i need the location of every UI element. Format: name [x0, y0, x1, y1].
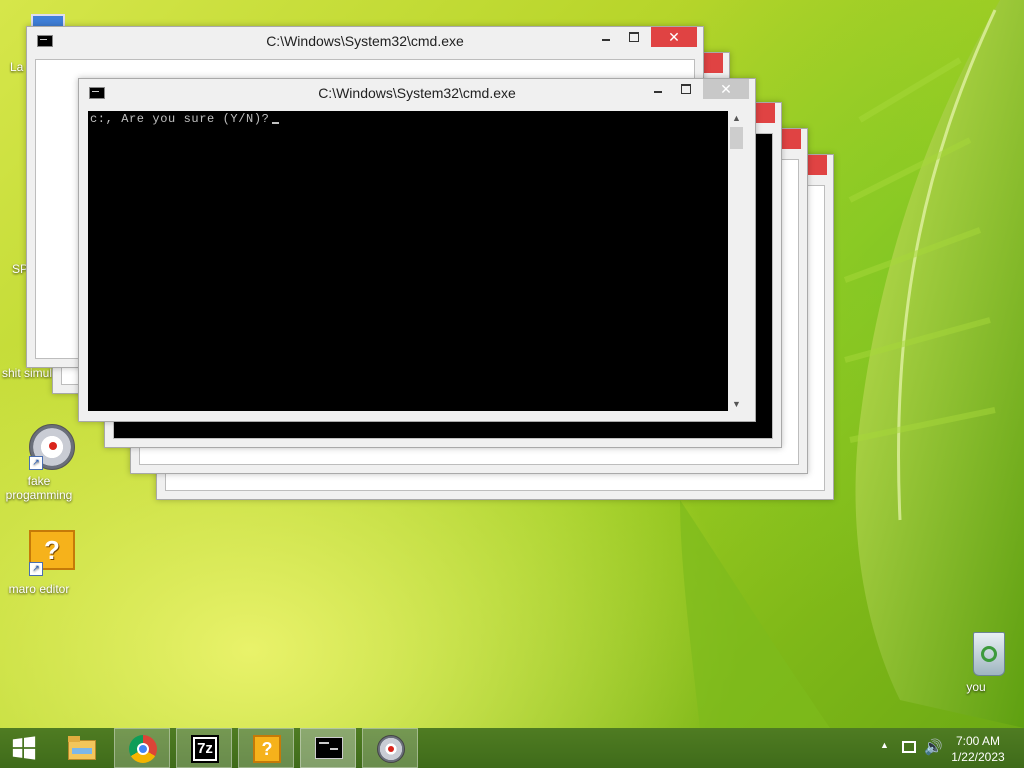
shortcut-arrow-icon: ↗ — [29, 456, 43, 470]
start-button[interactable] — [0, 728, 56, 768]
close-button[interactable]: ✕ — [703, 79, 749, 99]
clock[interactable]: 7:00 AM 1/22/2023 — [948, 733, 1008, 765]
scroll-up-arrow-icon[interactable]: ▲ — [728, 111, 745, 125]
clock-time: 7:00 AM — [955, 734, 1001, 748]
desktop-icon-maro-editor[interactable]: ? ↗ maro editor — [0, 528, 78, 596]
taskbar-file-explorer[interactable] — [54, 728, 110, 768]
chrome-icon — [129, 735, 157, 763]
taskbar-fake-programming[interactable] — [362, 728, 418, 768]
close-button[interactable]: ✕ — [651, 27, 697, 47]
scroll-down-arrow-icon[interactable]: ▼ — [728, 397, 745, 411]
maximize-button[interactable] — [621, 27, 647, 47]
title-bar[interactable]: C:\Windows\System32\cmd.exe ✕ — [79, 79, 755, 107]
maximize-button[interactable] — [673, 79, 699, 99]
console-output[interactable]: c:, Are you sure (Y/N)? — [88, 111, 728, 411]
question-block-icon: ? ↗ — [15, 528, 75, 576]
title-bar[interactable]: C:\Windows\System32\cmd.exe ✕ — [27, 27, 703, 55]
taskbar: 7z ? ▲ 🔊 7:00 AM 1/22/2023 — [0, 728, 1024, 768]
scroll-thumb[interactable] — [730, 127, 743, 149]
desktop-icon-recycle-bin[interactable]: you — [936, 630, 1014, 694]
cmd-icon — [315, 737, 343, 759]
windows-logo-icon — [12, 736, 36, 760]
text-cursor — [272, 122, 280, 124]
desktop-icon-fake-programming[interactable]: ↗ fake progamming — [0, 422, 78, 502]
taskbar-cmd[interactable] — [300, 728, 356, 768]
vertical-scrollbar[interactable]: ▲ ▼ — [728, 111, 745, 411]
clock-date: 1/22/2023 — [951, 750, 1005, 764]
question-block-icon: ? — [253, 735, 281, 763]
compass-icon — [377, 735, 405, 763]
console-prompt-text: c:, Are you sure (Y/N)? — [90, 112, 270, 126]
show-hidden-icons-icon[interactable]: ▲ — [880, 740, 889, 750]
compass-icon: ↗ — [15, 422, 75, 470]
minimize-button[interactable] — [593, 27, 619, 47]
minimize-button[interactable] — [645, 79, 671, 99]
volume-icon[interactable]: 🔊 — [924, 738, 943, 756]
taskbar-chrome[interactable] — [114, 728, 170, 768]
system-tray: ▲ 🔊 7:00 AM 1/22/2023 — [864, 728, 1024, 768]
taskbar-7zip[interactable]: 7z — [176, 728, 232, 768]
cmd-window-front[interactable]: C:\Windows\System32\cmd.exe ✕ c:, Are yo… — [78, 78, 756, 422]
shortcut-arrow-icon: ↗ — [29, 562, 43, 576]
network-icon[interactable] — [902, 741, 916, 753]
recycle-bin-icon — [951, 630, 1005, 678]
taskbar-maro-editor[interactable]: ? — [238, 728, 294, 768]
folder-icon — [68, 734, 96, 762]
7zip-icon: 7z — [191, 735, 219, 763]
